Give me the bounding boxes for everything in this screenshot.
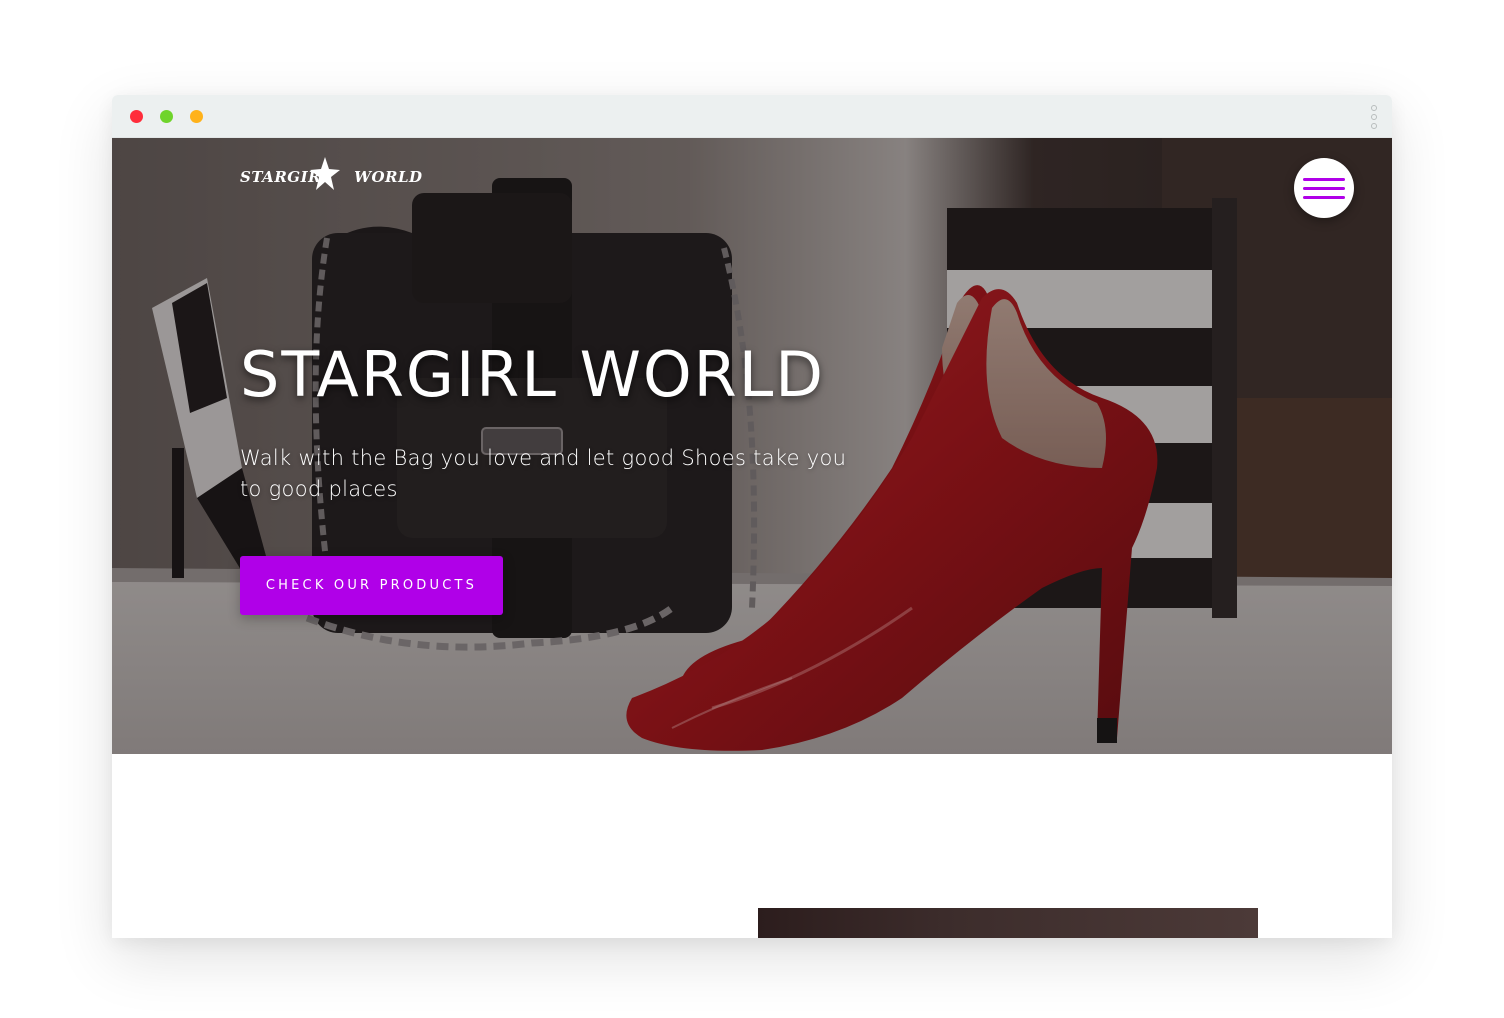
zoom-window-button[interactable] — [190, 110, 203, 123]
hamburger-icon — [1303, 177, 1345, 181]
star-icon — [310, 157, 340, 190]
minimize-window-button[interactable] — [160, 110, 173, 123]
logo-word-2: WORLD — [354, 168, 423, 186]
hero-subtitle: Walk with the Bag you love and let good … — [240, 446, 847, 501]
vertical-dots-icon[interactable] — [1370, 105, 1378, 129]
hamburger-menu-button[interactable] — [1294, 158, 1354, 218]
hero-title: STARGIRL WORLD — [240, 338, 826, 411]
hero-section: STARGIRL WORLD STARGIRL WORLD Walk with t… — [112, 138, 1392, 754]
browser-window: STARGIRL WORLD STARGIRL WORLD Walk with t… — [112, 95, 1392, 938]
check-products-button[interactable]: CHECK OUR PRODUCTS — [240, 556, 503, 615]
site-logo[interactable]: STARGIRL WORLD — [240, 157, 422, 196]
section-image-preview — [758, 908, 1258, 938]
browser-toolbar — [112, 95, 1392, 138]
page: STARGIRL WORLD STARGIRL WORLD Walk with t… — [0, 0, 1504, 1018]
close-window-button[interactable] — [130, 110, 143, 123]
